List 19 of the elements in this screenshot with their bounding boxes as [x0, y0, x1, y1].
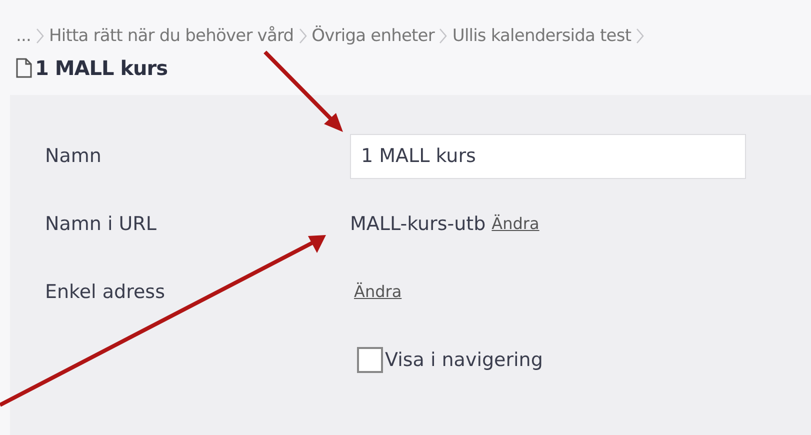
page-title: 1 MALL kurs	[35, 55, 168, 82]
field-label: Enkel adress	[45, 280, 166, 305]
breadcrumb-link[interactable]: Ullis kalendersida test	[452, 24, 632, 49]
chevron-icon	[298, 28, 307, 44]
change-link[interactable]: Ändra	[354, 280, 402, 304]
chevron-icon	[36, 28, 44, 44]
breadcrumb-link[interactable]: Hitta rätt när du behöver vård	[49, 24, 294, 49]
name-input[interactable]: 1 MALL kurs	[350, 134, 746, 178]
url-value: MALL-kurs-utb	[350, 212, 486, 237]
change-link[interactable]: Ändra	[492, 212, 540, 236]
breadcrumb-link[interactable]: Övriga enheter	[312, 24, 434, 49]
chevron-icon	[636, 28, 644, 44]
breadcrumb-ellipsis[interactable]: ...	[16, 24, 32, 49]
field-label: Namn i URL	[45, 212, 158, 237]
checkbox[interactable]	[357, 347, 383, 373]
page-icon	[16, 58, 32, 78]
checkbox-label: Visa i navigering	[385, 348, 543, 373]
field-label: Namn	[45, 144, 102, 169]
chevron-icon	[439, 28, 448, 44]
